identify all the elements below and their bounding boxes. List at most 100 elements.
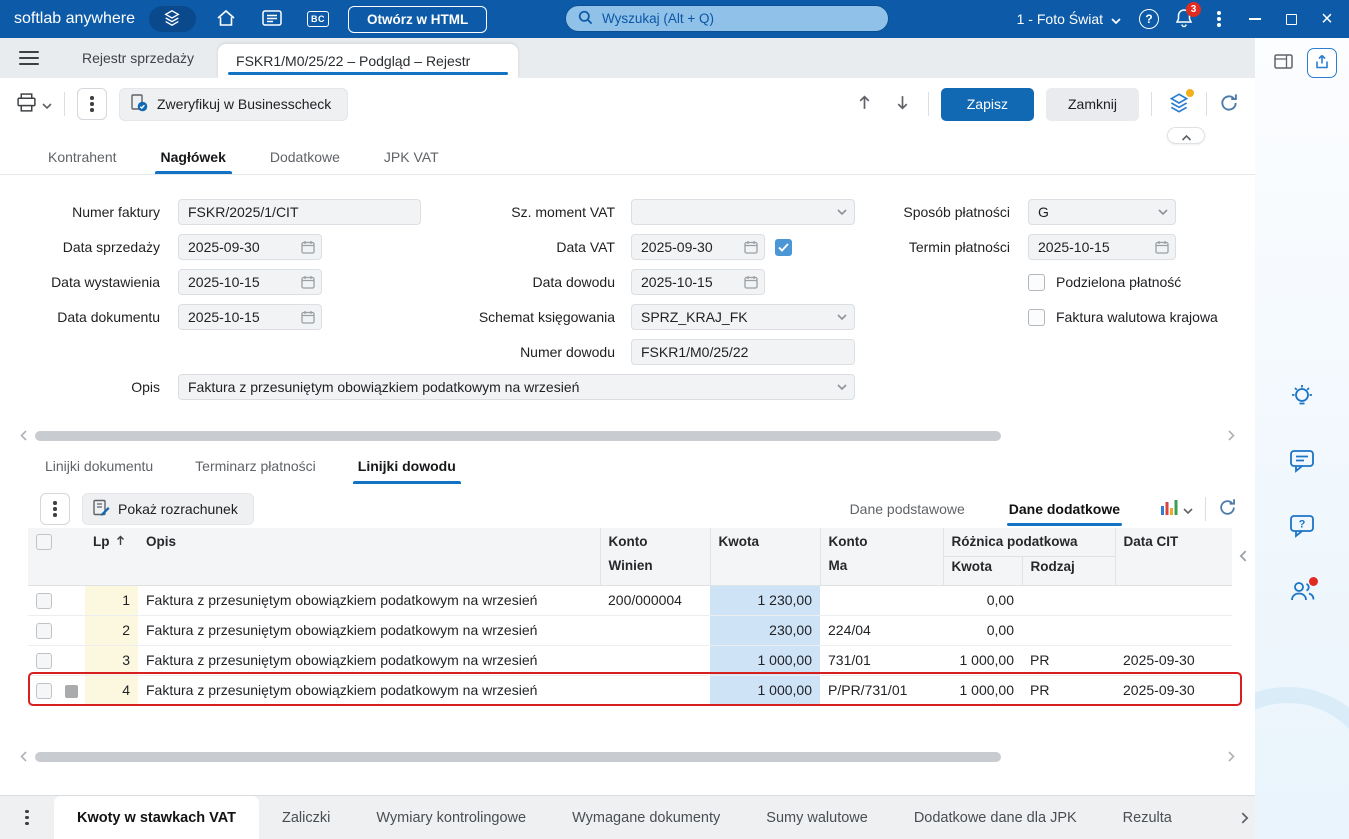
move-up-button[interactable]: [852, 91, 878, 117]
header-rodzaj[interactable]: Rodzaj: [1022, 556, 1115, 585]
header-roznica-podatkowa[interactable]: Różnica podatkowa: [943, 528, 1115, 556]
table-row[interactable]: 1 Faktura z przesuniętym obowiązkiem pod…: [28, 585, 1232, 615]
podzielona-platnosc-checkbox[interactable]: [1028, 274, 1045, 291]
tab-linijki-dokumentu[interactable]: Linijki dokumentu: [24, 448, 174, 484]
calendar-icon[interactable]: [301, 310, 315, 324]
close-document-button[interactable]: Zamknij: [1046, 88, 1139, 121]
select-all-checkbox[interactable]: [36, 534, 52, 550]
row-checkbox[interactable]: [36, 593, 52, 609]
main-menu-button[interactable]: [0, 38, 58, 78]
tab-linijki-dowodu[interactable]: Linijki dowodu: [337, 448, 477, 484]
termin-platnosci-input[interactable]: 2025-10-15: [1028, 234, 1176, 260]
data-sprzedazy-input[interactable]: 2025-09-30: [178, 234, 322, 260]
scrollbar-thumb[interactable]: [35, 431, 1001, 441]
help-button[interactable]: ?: [1133, 4, 1165, 34]
assistant-button[interactable]: [1288, 383, 1316, 411]
collapse-panel-icon[interactable]: [1239, 550, 1247, 562]
scroll-right-icon[interactable]: [1228, 428, 1235, 444]
move-down-button[interactable]: [890, 91, 916, 117]
grid-more-button[interactable]: [40, 493, 70, 525]
data-dowodu-input[interactable]: 2025-10-15: [631, 269, 765, 295]
refresh-button[interactable]: [1219, 93, 1239, 116]
data-dokumentu-input[interactable]: 2025-10-15: [178, 304, 322, 330]
tab-sumy-walutowe[interactable]: Sumy walutowe: [743, 796, 891, 839]
numer-faktury-input[interactable]: FSKR/2025/1/CIT: [178, 199, 421, 225]
table-row-selected[interactable]: 4 Faktura z przesuniętym obowiązkiem pod…: [28, 675, 1232, 705]
minimize-button[interactable]: [1239, 4, 1271, 34]
comments-button[interactable]: [1288, 448, 1316, 476]
faktura-walutowa-checkbox[interactable]: [1028, 309, 1045, 326]
tab-kontrahent[interactable]: Kontrahent: [26, 139, 139, 174]
company-selector[interactable]: 1 - Foto Świat: [1009, 11, 1129, 27]
notifications-button[interactable]: 3: [1169, 4, 1199, 34]
scroll-right-icon[interactable]: [1228, 749, 1235, 765]
header-konto-ma[interactable]: Konto: [820, 528, 943, 556]
tabs-overflow-button[interactable]: [1241, 796, 1255, 839]
businesscheck-shortcut[interactable]: BC: [302, 5, 334, 33]
calendar-icon[interactable]: [301, 240, 315, 254]
table-row[interactable]: 2 Faktura z przesuniętym obowiązkiem pod…: [28, 615, 1232, 645]
print-button[interactable]: [16, 93, 52, 116]
scrollbar-track[interactable]: [31, 431, 1224, 441]
tab-rezultaty[interactable]: Rezulta: [1100, 796, 1195, 839]
numer-dowodu-input[interactable]: FSKR1/M0/25/22: [631, 339, 855, 365]
collapse-header-button[interactable]: [1167, 127, 1205, 144]
data-wystawienia-input[interactable]: 2025-10-15: [178, 269, 322, 295]
calendar-icon[interactable]: [1155, 240, 1169, 254]
calendar-icon[interactable]: [301, 275, 315, 289]
opis-combobox[interactable]: Faktura z przesuniętym obowiązkiem podat…: [178, 374, 855, 400]
view-dane-dodatkowe[interactable]: Dane dodatkowe: [1007, 501, 1122, 517]
tab-naglowek[interactable]: Nagłówek: [139, 139, 248, 174]
data-vat-checkbox[interactable]: [775, 239, 792, 256]
view-dane-podstawowe[interactable]: Dane podstawowe: [848, 501, 967, 517]
verify-businesscheck-button[interactable]: Zweryfikuj w Businesscheck: [119, 88, 348, 121]
save-button[interactable]: Zapisz: [941, 88, 1034, 121]
anywhere-panel-button[interactable]: [1164, 90, 1194, 118]
header-opis[interactable]: Opis: [138, 528, 600, 585]
sz-moment-vat-combobox[interactable]: [631, 199, 855, 225]
tab-wymagane-dokumenty[interactable]: Wymagane dokumenty: [549, 796, 743, 839]
tab-terminarz-platnosci[interactable]: Terminarz płatności: [174, 448, 337, 484]
tab-zaliczki[interactable]: Zaliczki: [259, 796, 353, 839]
tab-dodatkowe[interactable]: Dodatkowe: [248, 139, 362, 174]
header-roznica-kwota[interactable]: Kwota: [943, 556, 1022, 585]
tab-dodatkowe-dane-dla-jpk[interactable]: Dodatkowe dane dla JPK: [891, 796, 1100, 839]
bottom-tabs-menu-button[interactable]: [0, 796, 54, 839]
calendar-icon[interactable]: [744, 240, 758, 254]
row-checkbox[interactable]: [36, 623, 52, 639]
sposob-platnosci-combobox[interactable]: G: [1028, 199, 1176, 225]
tab-rejestr-sprzedazy[interactable]: Rejestr sprzedaży: [58, 38, 218, 78]
open-in-html-button[interactable]: Otwórz w HTML: [348, 6, 487, 33]
scroll-left-icon[interactable]: [20, 749, 27, 765]
close-button[interactable]: ×: [1311, 4, 1343, 34]
header-lp[interactable]: Lp: [85, 528, 138, 585]
tab-wymiary-kontrolingowe[interactable]: Wymiary kontrolingowe: [353, 796, 549, 839]
row-checkbox[interactable]: [36, 653, 52, 669]
registers-button[interactable]: [256, 5, 288, 33]
help-center-button[interactable]: ?: [1288, 513, 1316, 541]
scrollbar-track[interactable]: [31, 752, 1224, 762]
maximize-button[interactable]: [1275, 4, 1307, 34]
home-button[interactable]: [210, 5, 242, 33]
header-data-cit[interactable]: Data CIT: [1115, 528, 1232, 585]
tab-jpk-vat[interactable]: JPK VAT: [362, 139, 461, 174]
toolbar-more-button[interactable]: [77, 88, 107, 120]
panels-button[interactable]: [1274, 54, 1293, 72]
scroll-left-icon[interactable]: [20, 428, 27, 444]
community-button[interactable]: [1288, 578, 1316, 606]
topbar-menu-button[interactable]: [1203, 4, 1235, 34]
grid-refresh-button[interactable]: [1218, 498, 1237, 520]
schemat-combobox[interactable]: SPRZ_KRAJ_FK: [631, 304, 855, 330]
calendar-icon[interactable]: [744, 275, 758, 289]
tab-document-preview[interactable]: FSKR1/M0/25/22 – Podgląd – Rejestr: [218, 44, 518, 78]
data-vat-input[interactable]: 2025-09-30: [631, 234, 765, 260]
search-input[interactable]: Wyszukaj (Alt + Q): [565, 5, 889, 32]
header-konto-winien[interactable]: Konto: [600, 528, 710, 556]
tab-kwoty-w-stawkach-vat[interactable]: Kwoty w stawkach VAT: [54, 796, 259, 839]
row-checkbox[interactable]: [36, 683, 52, 699]
header-kwota[interactable]: Kwota: [710, 528, 820, 585]
anywhere-logo-pill[interactable]: [149, 6, 196, 32]
scrollbar-thumb[interactable]: [35, 752, 1001, 762]
show-settlement-button[interactable]: Pokaż rozrachunek: [82, 493, 254, 525]
share-button[interactable]: [1307, 48, 1337, 78]
